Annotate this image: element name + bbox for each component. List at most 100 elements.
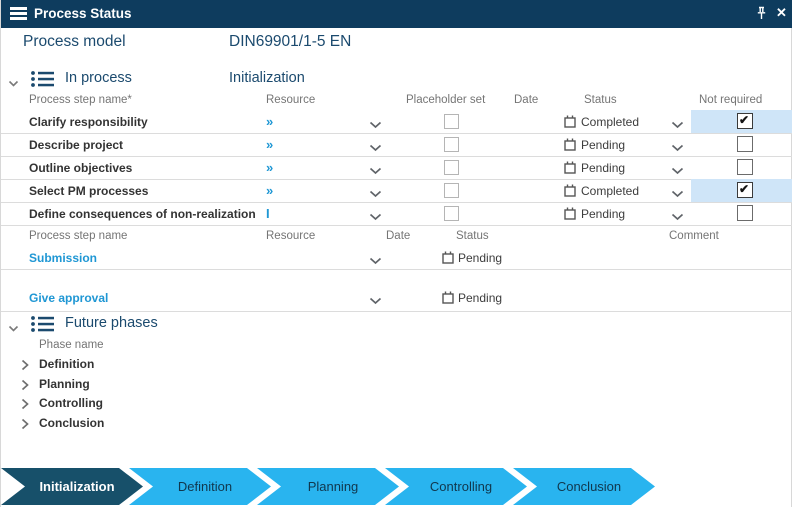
placeholder-set-checkbox[interactable] — [444, 137, 459, 152]
resource-link[interactable]: » — [266, 137, 273, 152]
calendar-icon[interactable] — [564, 161, 576, 177]
resource-dropdown-icon[interactable] — [369, 210, 382, 224]
collapse-chevron-icon[interactable] — [8, 75, 19, 93]
status-dropdown-icon[interactable] — [671, 141, 684, 155]
list-icon — [29, 314, 55, 339]
resource-dropdown-icon[interactable] — [369, 294, 382, 308]
ribbon-phase-controlling[interactable]: Controlling — [385, 468, 527, 505]
close-icon[interactable]: ✕ — [776, 5, 787, 21]
table-row: Select PM processes » Completed — [1, 179, 792, 203]
section-future-phases-header: Future phases — [1, 313, 792, 335]
not-required-checkbox[interactable] — [737, 159, 753, 175]
not-required-checkbox[interactable] — [737, 205, 753, 221]
phase-label: Planning — [39, 377, 90, 391]
table-row: Clarify responsibility » Completed — [1, 110, 792, 134]
section-phase: Initialization — [229, 70, 305, 86]
status-value: Pending — [458, 251, 502, 265]
calendar-icon[interactable] — [564, 184, 576, 200]
status-value: Pending — [581, 207, 625, 221]
col-comment: Comment — [669, 230, 719, 242]
col-phase-name: Phase name — [39, 339, 104, 351]
table-row: Submission Pending — [1, 246, 792, 270]
placeholder-set-checkbox[interactable] — [444, 206, 459, 221]
milestone-link[interactable]: Submission — [29, 251, 97, 265]
status-value: Pending — [458, 291, 502, 305]
resource-dropdown-icon[interactable] — [369, 164, 382, 178]
phase-tree-item[interactable]: Controlling — [1, 393, 792, 413]
process-model-value: DIN69901/1-5 EN — [229, 33, 351, 51]
col-date: Date — [386, 230, 410, 242]
collapse-chevron-icon[interactable] — [8, 320, 19, 338]
phase-tree-item[interactable]: Definition — [1, 354, 792, 374]
col-process-step-name: Process step name — [29, 230, 127, 242]
col-date: Date — [514, 94, 538, 106]
phase-label: Controlling — [39, 396, 103, 410]
calendar-icon[interactable] — [442, 291, 454, 307]
status-value: Completed — [581, 184, 639, 198]
milestone-table-header: Process step name Resource Date Status C… — [1, 230, 792, 246]
table-row: Give approval Pending — [1, 269, 792, 312]
col-placeholder-set: Placeholder set — [406, 94, 485, 106]
calendar-icon[interactable] — [442, 251, 454, 267]
calendar-icon[interactable] — [564, 207, 576, 223]
status-dropdown-icon[interactable] — [671, 187, 684, 201]
resource-dropdown-icon[interactable] — [369, 118, 382, 132]
section-title: In process — [65, 70, 132, 86]
section-title: Future phases — [65, 315, 158, 331]
ribbon-phase-definition[interactable]: Definition — [129, 468, 271, 505]
not-required-checkbox[interactable] — [737, 113, 753, 129]
expand-chevron-icon[interactable] — [21, 417, 29, 435]
phase-label: Conclusion — [39, 416, 104, 430]
milestone-link[interactable]: Give approval — [29, 291, 108, 305]
status-value: Completed — [581, 115, 639, 129]
resource-dropdown-icon[interactable] — [369, 254, 382, 268]
col-not-required: Not required — [699, 94, 762, 106]
step-name: Select PM processes — [29, 184, 148, 198]
step-name: Clarify responsibility — [29, 115, 148, 129]
placeholder-set-checkbox[interactable] — [444, 183, 459, 198]
step-name: Describe project — [29, 138, 123, 152]
not-required-checkbox[interactable] — [737, 136, 753, 152]
process-status-window: Process Status ✕ Process model DIN69901/… — [0, 0, 792, 507]
step-name: Define consequences of non-realization — [29, 207, 256, 221]
resource-link[interactable]: » — [266, 183, 273, 198]
resource-link[interactable]: » — [266, 160, 273, 175]
window-title: Process Status — [34, 6, 132, 21]
ribbon-phase-planning[interactable]: Planning — [257, 468, 399, 505]
ribbon-phase-conclusion[interactable]: Conclusion — [513, 468, 655, 505]
resource-dropdown-icon[interactable] — [369, 141, 382, 155]
calendar-icon[interactable] — [564, 115, 576, 131]
ribbon-phase-initialization[interactable]: Initialization — [1, 468, 143, 505]
phase-ribbon: Initialization Definition Planning Contr… — [1, 468, 792, 505]
resource-dropdown-icon[interactable] — [369, 187, 382, 201]
table-row: Define consequences of non-realization I… — [1, 202, 792, 226]
step-table-header: Process step name* Resource Placeholder … — [1, 94, 792, 110]
col-status: Status — [456, 230, 489, 242]
placeholder-set-checkbox[interactable] — [444, 160, 459, 175]
process-model-label: Process model — [23, 33, 126, 51]
phase-tree-item[interactable]: Planning — [1, 374, 792, 394]
pin-icon[interactable] — [754, 6, 770, 22]
titlebar: Process Status ✕ — [1, 0, 792, 28]
process-model-row: Process model DIN69901/1-5 EN — [1, 33, 792, 55]
status-dropdown-icon[interactable] — [671, 210, 684, 224]
status-value: Pending — [581, 161, 625, 175]
calendar-icon[interactable] — [564, 138, 576, 154]
status-dropdown-icon[interactable] — [671, 164, 684, 178]
list-icon — [29, 69, 55, 94]
table-row: Outline objectives » Pending — [1, 156, 792, 180]
section-in-process-header: In process Initialization — [1, 68, 792, 90]
placeholder-set-checkbox[interactable] — [444, 114, 459, 129]
phase-label: Definition — [39, 357, 94, 371]
status-value: Pending — [581, 138, 625, 152]
status-dropdown-icon[interactable] — [671, 118, 684, 132]
not-required-checkbox[interactable] — [737, 182, 753, 198]
resource-link[interactable]: » — [266, 114, 273, 129]
col-resource: Resource — [266, 94, 315, 106]
col-status: Status — [584, 94, 617, 106]
step-name: Outline objectives — [29, 161, 132, 175]
col-process-step-name: Process step name* — [29, 94, 132, 106]
phase-tree-item[interactable]: Conclusion — [1, 413, 792, 433]
menu-icon[interactable] — [10, 7, 27, 20]
resource-link[interactable]: I — [266, 206, 270, 221]
